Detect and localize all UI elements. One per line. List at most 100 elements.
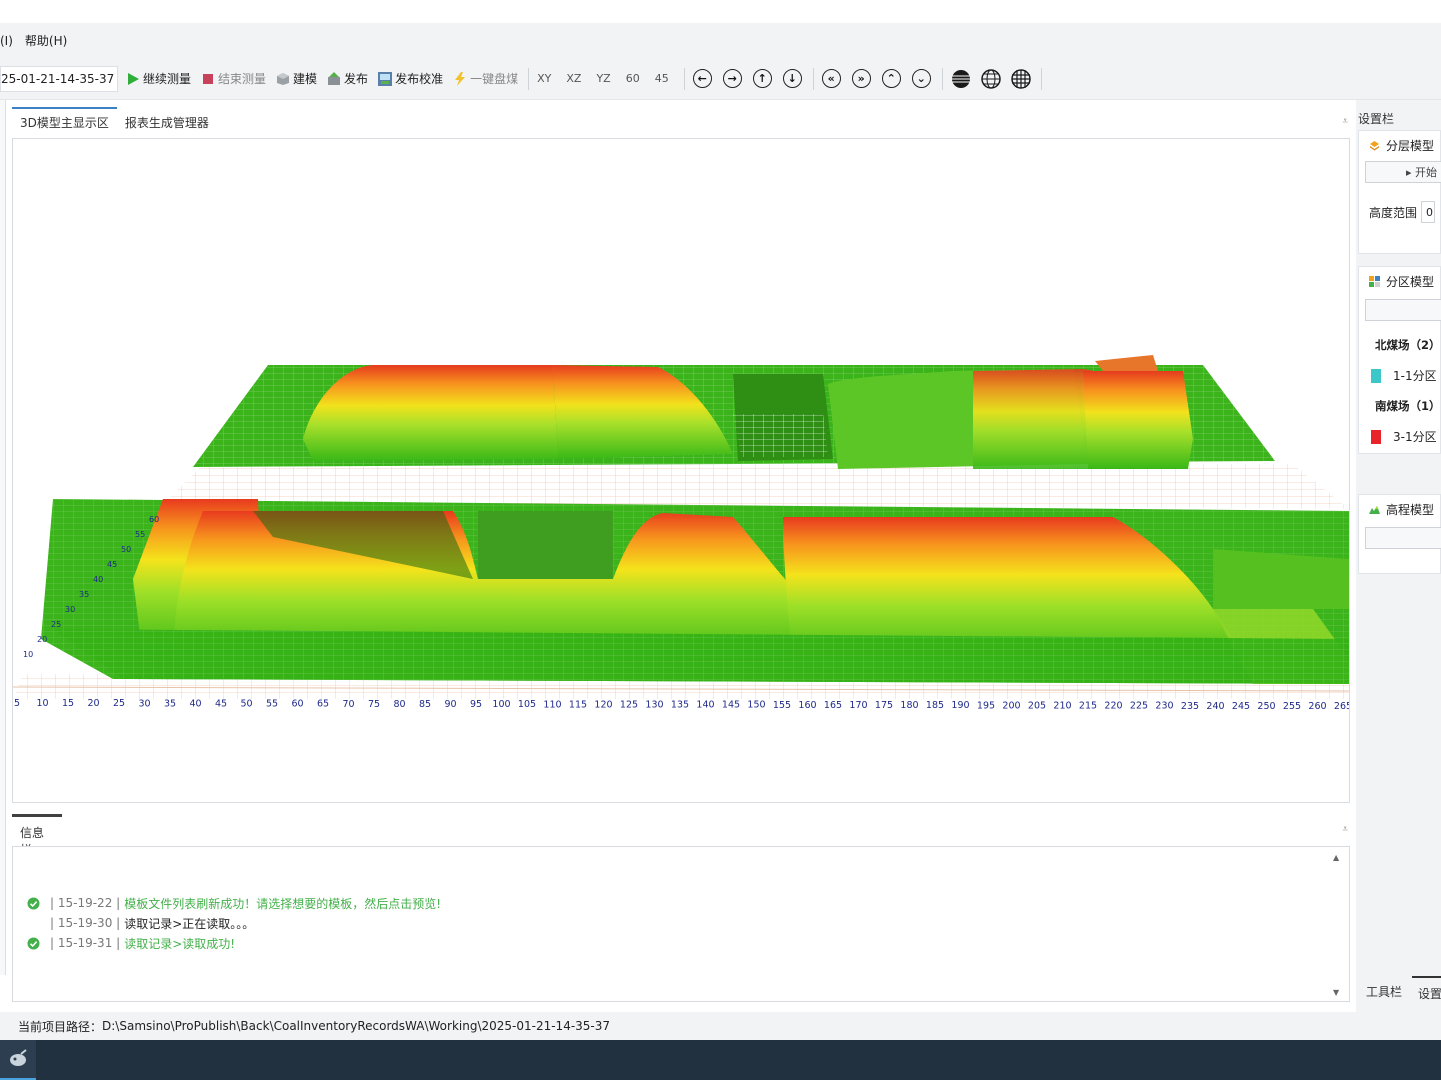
right-dock-tabs: 工具栏 设置 [1356,976,1441,1012]
left-dock-edge [0,100,6,975]
height-range-row: 高度范围 0 [1369,201,1436,223]
project-path-label: 当前项目路径： [18,1019,103,1034]
y-axis-tick-label: 30 [65,605,75,614]
menu-item-tools[interactable]: (I) [0,34,13,48]
x-axis-tick-label: 200 [1002,700,1020,711]
x-axis-tick-label: 245 [1232,701,1250,712]
one-click-inventory-button[interactable]: 一键盘煤 [453,70,518,87]
view-yz-button[interactable]: YZ [596,72,610,85]
solid-globe-icon[interactable] [951,69,971,89]
terrain-render[interactable]: 5 10 15 20 25 30 35 40 45 50 55 60 65 70 75 80 85 90 95 100… [13,139,1350,803]
menu-bar: (I) 帮助(H) [0,23,1441,58]
arrow-up-icon[interactable]: ↑ [752,69,772,88]
log-scrollbar[interactable]: ▲ ▼ [1333,853,1343,997]
publish-icon [328,71,341,85]
continue-measure-button[interactable]: 继续测量 [126,70,191,87]
x-axis-tick-label: 80 [393,699,405,710]
double-down-icon[interactable]: ⌄ [911,69,931,88]
x-axis-tick-label: 40 [189,698,201,709]
toolbar-separator [941,67,943,90]
x-axis-tick-label: 65 [317,699,329,710]
x-axis-tick-label: 30 [138,698,150,709]
layer-start-button[interactable]: ▸ 开始 [1365,161,1441,183]
zone-item-3-1[interactable]: 3-1分区 [1371,428,1437,445]
arrow-left-icon[interactable]: ← [692,69,712,88]
elevation-action-button[interactable] [1365,527,1441,549]
y-axis-tick-label: 40 [93,575,103,584]
menu-item-help[interactable]: 帮助(H) [25,32,67,49]
zone-model-header[interactable]: 分区模型 [1359,267,1440,290]
x-axis-tick-label: 55 [266,699,278,710]
zone-grid-icon [1369,276,1380,287]
grid-globe-icon[interactable] [1010,68,1031,89]
y-axis-tick-label: 50 [121,545,131,554]
x-axis-tick-label: 130 [645,700,663,711]
3d-model-viewport[interactable]: 5 10 15 20 25 30 35 40 45 50 55 60 65 70 75 80 85 90 95 100… [12,138,1350,803]
status-bar: 当前项目路径： D:\Samsino\ProPublish\Back\CoalI… [0,1012,1441,1040]
scroll-up-icon[interactable]: ▲ [1333,853,1339,862]
tab-settings[interactable]: 设置 [1412,976,1441,1012]
view-xz-button[interactable]: XZ [566,72,581,85]
date-field[interactable]: 25-01-21-14-35-37 [0,65,118,92]
play-icon [128,72,139,85]
stop-icon [203,73,214,84]
arrow-down-icon[interactable]: ↓ [782,69,802,88]
wire-globe-icon[interactable] [980,68,1001,89]
toolbar-separator [528,67,530,90]
x-axis-tick-label: 255 [1283,701,1301,712]
panel-menu-icon[interactable]: ⩡ [1342,824,1348,835]
tab-report-manager[interactable]: 报表生成管理器 [117,114,217,136]
stop-measure-button[interactable]: 结束测量 [201,70,266,87]
x-axis-tick-label: 60 [291,699,303,710]
toolbar-separator [1040,67,1042,90]
panel-menu-icon[interactable]: ⩡ [1342,116,1348,127]
x-axis-tick-label: 100 [492,699,510,710]
x-axis-tick-label: 230 [1155,701,1173,712]
view-xy-button[interactable]: XY [537,72,551,85]
x-axis-tick-label: 225 [1130,701,1148,712]
x-axis-tick-label: 25 [113,698,125,709]
build-model-button[interactable]: 建模 [276,70,317,87]
x-axis-tick-label: 205 [1028,700,1046,711]
y-axis-tick-label: 60 [149,515,159,524]
y-axis-tick-label: 35 [79,590,89,599]
tab-toolbar[interactable]: 工具栏 [1356,976,1412,1012]
view-45-button[interactable]: 45 [655,72,669,85]
x-axis-tick-label: 35 [164,698,176,709]
publish-button[interactable]: 发布 [327,70,368,87]
os-taskbar [0,1040,1441,1080]
height-range-input[interactable]: 0 [1421,201,1436,223]
taskbar-app-button[interactable] [0,1040,36,1080]
layers-icon [1370,141,1379,151]
lightning-icon [455,71,466,86]
zone-color-swatch [1371,429,1381,444]
tab-3d-model-view[interactable]: 3D模型主显示区 [12,107,117,136]
view-60-button[interactable]: 60 [626,72,640,85]
layer-model-header[interactable]: 分层模型 [1359,131,1440,154]
toolbar-separator [812,67,814,90]
x-axis-tick-label: 240 [1206,701,1224,712]
arrow-right-icon[interactable]: → [722,69,742,88]
x-axis-tick-label: 265 [1334,701,1350,712]
check-circle-icon [27,937,40,949]
double-right-icon[interactable]: » [851,69,871,88]
x-axis-tick-label: 120 [594,699,612,710]
log-entry: | 15-19-30 | 读取记录>正在读取。。。 [27,913,441,933]
double-left-icon[interactable]: « [821,69,841,88]
x-axis-tick-label: 185 [926,700,944,711]
elevation-model-card: 高程模型 [1358,494,1441,574]
double-up-icon[interactable]: ⌃ [881,69,901,88]
blank-status-icon [27,917,40,930]
elevation-model-header[interactable]: 高程模型 [1359,495,1440,518]
x-axis-tick-label: 170 [849,700,867,711]
y-axis-tick-label: 20 [37,635,47,644]
x-axis-tick-label: 190 [951,700,969,711]
zone-item-1-1[interactable]: 1-1分区 [1371,367,1437,384]
x-axis-tick-label: 195 [977,700,995,711]
publish-calibrate-button[interactable]: 发布校准 [378,70,443,87]
x-axis-tick-label: 85 [419,699,431,710]
scroll-down-icon[interactable]: ▼ [1333,988,1339,997]
zone-action-button[interactable] [1365,299,1441,321]
log-entry: | 15-19-22 | 模板文件列表刷新成功！请选择想要的模板，然后点击预览! [27,893,441,913]
y-axis-tick-label: 10 [23,650,33,659]
